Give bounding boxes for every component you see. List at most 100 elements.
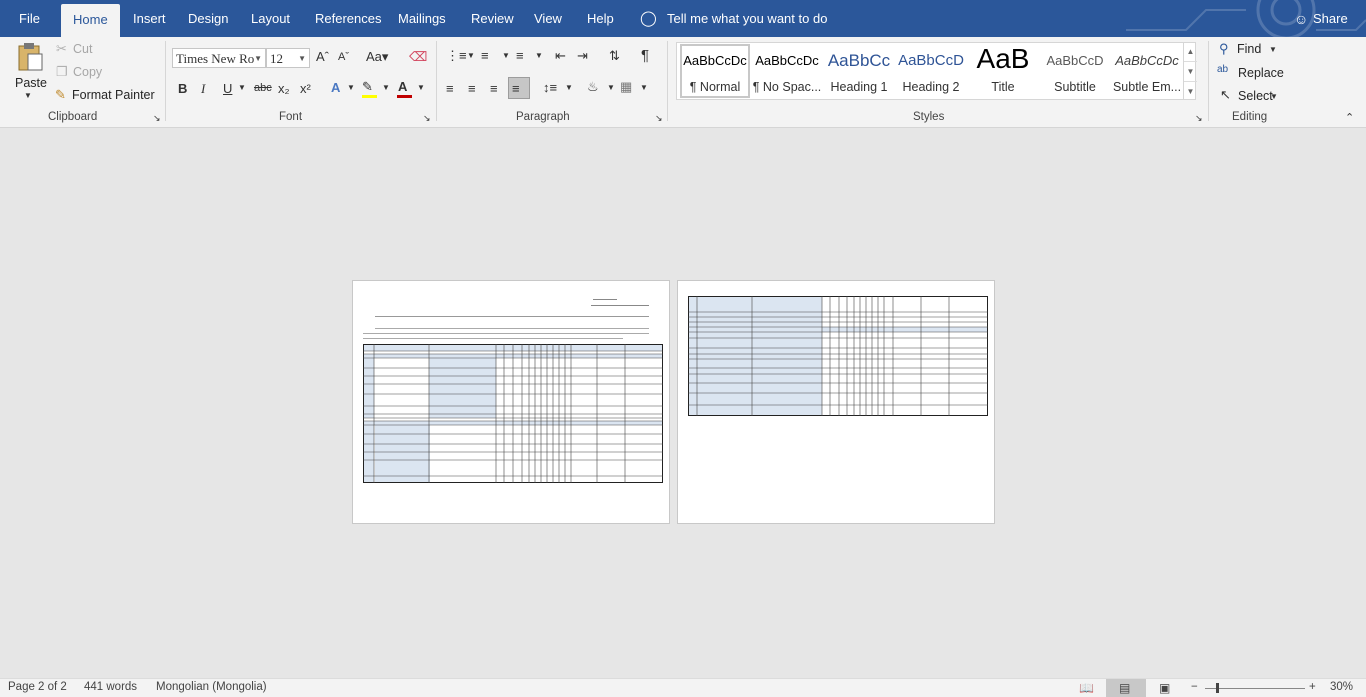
- decrease-indent-icon[interactable]: ⇤: [555, 48, 566, 64]
- read-mode-icon[interactable]: 📖: [1079, 681, 1094, 695]
- tab-help[interactable]: Help: [587, 0, 614, 37]
- font-size-combo[interactable]: 12 ▼: [266, 48, 310, 68]
- zoom-level[interactable]: 30%: [1330, 681, 1353, 693]
- language-indicator[interactable]: Mongolian (Mongolia): [156, 681, 267, 693]
- change-case-icon[interactable]: Aa▾: [366, 49, 388, 65]
- styles-gallery: AaBbCcDc ¶ Normal AaBbCcDc ¶ No Spac... …: [676, 42, 1196, 100]
- paste-icon[interactable]: [16, 42, 44, 72]
- zoom-out-icon[interactable]: −: [1191, 681, 1198, 693]
- editing-group-label: Editing: [1232, 111, 1268, 123]
- tab-design[interactable]: Design: [188, 0, 228, 37]
- shrink-font-icon[interactable]: Aˇ: [338, 51, 349, 63]
- style-heading-1[interactable]: AaBbCc Heading 1: [823, 43, 895, 99]
- collapse-ribbon-icon[interactable]: ⌃: [1345, 111, 1354, 124]
- increase-indent-icon[interactable]: ⇥: [577, 48, 588, 64]
- text-effects-dropdown-icon[interactable]: ▼: [347, 83, 355, 92]
- shading-dropdown-icon[interactable]: ▼: [607, 83, 615, 92]
- tab-file[interactable]: File: [19, 0, 40, 37]
- multilevel-dropdown-icon[interactable]: ▼: [535, 51, 543, 60]
- styles-group-label: Styles: [913, 111, 945, 123]
- text-line: [363, 338, 623, 339]
- zoom-slider[interactable]: [1205, 688, 1305, 689]
- numbering-dropdown-icon[interactable]: ▼: [502, 51, 510, 60]
- subscript-icon[interactable]: x₂: [278, 81, 290, 96]
- word-count[interactable]: 441 words: [84, 681, 137, 693]
- share-button[interactable]: Share: [1313, 0, 1348, 37]
- line-spacing-icon[interactable]: ↕≡: [543, 80, 557, 95]
- style-title[interactable]: AaB Title: [967, 43, 1039, 99]
- paste-button[interactable]: Paste: [15, 76, 47, 90]
- strikethrough-icon[interactable]: abc: [254, 82, 272, 94]
- document-page-2[interactable]: [677, 280, 995, 524]
- copy-icon: ❐: [56, 64, 68, 79]
- style-normal[interactable]: AaBbCcDc ¶ Normal: [679, 43, 751, 99]
- scroll-down-icon[interactable]: ▼: [1184, 61, 1197, 81]
- bullets-icon[interactable]: ⋮≡: [446, 48, 467, 64]
- dialog-launcher-icon[interactable]: ↘: [153, 113, 161, 124]
- highlight-icon[interactable]: ✎: [362, 79, 373, 95]
- paragraph-dialog-launcher-icon[interactable]: ↘: [655, 113, 663, 124]
- tell-me-search[interactable]: Tell me what you want to do: [667, 0, 827, 37]
- grow-font-icon[interactable]: Aˆ: [316, 49, 329, 64]
- print-layout-icon: ▤: [1119, 681, 1131, 695]
- web-layout-icon[interactable]: ▣: [1159, 681, 1170, 695]
- align-center-icon[interactable]: ≡: [468, 81, 476, 96]
- replace-button[interactable]: Replace: [1238, 66, 1284, 80]
- clipboard-group-label: Clipboard: [48, 111, 98, 123]
- borders-icon[interactable]: ▦: [620, 79, 632, 95]
- find-dropdown-icon[interactable]: ▼: [1269, 45, 1277, 54]
- select-cursor-icon: ↖: [1220, 87, 1231, 102]
- tab-references[interactable]: References: [315, 0, 381, 37]
- bullets-dropdown-icon[interactable]: ▼: [467, 51, 475, 60]
- font-name-combo[interactable]: Times New Ro ▼: [172, 48, 266, 68]
- styles-more-icon[interactable]: ▼: [1184, 81, 1197, 101]
- italic-icon[interactable]: I: [201, 81, 205, 97]
- find-button[interactable]: Find: [1237, 42, 1261, 56]
- text-line: [591, 305, 649, 306]
- show-formatting-icon[interactable]: ¶: [641, 47, 649, 64]
- tab-home[interactable]: Home: [61, 4, 120, 37]
- select-dropdown-icon[interactable]: ▼: [1270, 92, 1278, 101]
- underline-dropdown-icon[interactable]: ▼: [238, 83, 246, 92]
- line-spacing-dropdown-icon[interactable]: ▼: [565, 83, 573, 92]
- underline-icon[interactable]: U: [223, 81, 232, 96]
- highlight-dropdown-icon[interactable]: ▼: [382, 83, 390, 92]
- text-line: [363, 333, 649, 334]
- tab-mailings[interactable]: Mailings: [398, 0, 446, 37]
- superscript-icon[interactable]: x²: [300, 81, 311, 96]
- shading-icon[interactable]: ♨: [587, 79, 599, 95]
- styles-dialog-launcher-icon[interactable]: ↘: [1195, 113, 1203, 124]
- style-no-spacing[interactable]: AaBbCcDc ¶ No Spac...: [751, 43, 823, 99]
- style-heading-2[interactable]: AaBbCcD Heading 2: [895, 43, 967, 99]
- tab-view[interactable]: View: [534, 0, 562, 37]
- numbering-icon[interactable]: ≡: [481, 48, 489, 63]
- document-page-1[interactable]: [352, 280, 670, 524]
- bold-icon[interactable]: B: [178, 81, 187, 96]
- zoom-slider-thumb[interactable]: [1216, 683, 1219, 693]
- tab-insert[interactable]: Insert: [133, 0, 166, 37]
- style-subtitle[interactable]: AaBbCcD Subtitle: [1039, 43, 1111, 99]
- group-divider: [667, 41, 668, 121]
- tab-review[interactable]: Review: [471, 0, 514, 37]
- zoom-in-icon[interactable]: +: [1309, 681, 1316, 693]
- paste-dropdown-icon[interactable]: ▼: [24, 91, 32, 100]
- format-painter-button[interactable]: Format Painter: [72, 88, 155, 102]
- scroll-up-icon[interactable]: ▲: [1184, 42, 1197, 61]
- font-color-icon[interactable]: A: [398, 79, 407, 94]
- style-subtle-emphasis[interactable]: AaBbCcDc Subtle Em...: [1111, 43, 1183, 99]
- cut-button[interactable]: Cut: [73, 42, 92, 56]
- font-color-dropdown-icon[interactable]: ▼: [417, 83, 425, 92]
- multilevel-list-icon[interactable]: ≡: [516, 48, 524, 63]
- align-left-icon[interactable]: ≡: [446, 81, 454, 96]
- sort-icon[interactable]: ⇅: [609, 48, 620, 64]
- align-right-icon[interactable]: ≡: [490, 81, 498, 96]
- page-count[interactable]: Page 2 of 2: [8, 681, 67, 693]
- clear-formatting-icon[interactable]: ⌫: [409, 49, 427, 65]
- styles-scroll[interactable]: ▲ ▼ ▼: [1183, 42, 1197, 100]
- select-button[interactable]: Select: [1238, 89, 1273, 103]
- font-dialog-launcher-icon[interactable]: ↘: [423, 113, 431, 124]
- borders-dropdown-icon[interactable]: ▼: [640, 83, 648, 92]
- text-effects-icon[interactable]: A: [331, 80, 340, 95]
- copy-button[interactable]: Copy: [73, 65, 102, 79]
- tab-layout[interactable]: Layout: [251, 0, 290, 37]
